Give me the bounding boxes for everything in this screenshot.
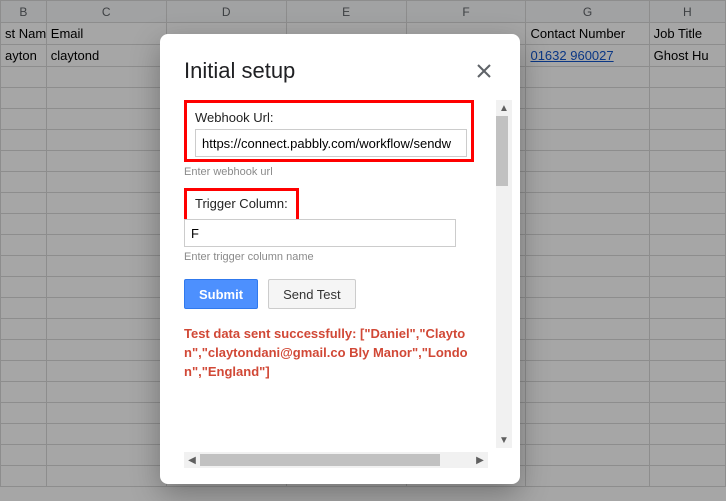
webhook-highlight-box: Webhook Url: [184,100,474,162]
scroll-right-arrow-icon[interactable]: ▶ [472,452,488,468]
scroll-left-arrow-icon[interactable]: ◀ [184,452,200,468]
scroll-up-arrow-icon[interactable]: ▲ [496,100,512,116]
webhook-helper: Enter webhook url [184,166,492,178]
trigger-highlight-box: Trigger Column: [184,188,299,222]
dialog-body: Webhook Url: Enter webhook url Trigger C… [184,100,496,448]
webhook-label: Webhook Url: [195,110,274,125]
submit-button[interactable]: Submit [184,279,258,309]
result-message: Test data sent successfully: ["Daniel","… [184,325,474,382]
initial-setup-dialog: Initial setup Webhook Url: Enter webhook… [160,34,520,484]
close-icon [477,64,491,78]
vscroll-thumb[interactable] [496,116,508,186]
trigger-label: Trigger Column: [195,196,288,211]
scroll-down-arrow-icon[interactable]: ▼ [496,432,512,448]
close-button[interactable] [472,59,496,83]
send-test-button[interactable]: Send Test [268,279,356,309]
dialog-horizontal-scrollbar[interactable]: ◀ ▶ [184,452,488,468]
hscroll-thumb[interactable] [200,454,440,466]
dialog-vertical-scrollbar[interactable]: ▲ ▼ [496,100,512,448]
trigger-helper: Enter trigger column name [184,251,492,263]
trigger-column-input[interactable] [184,219,456,247]
dialog-title: Initial setup [184,58,295,84]
webhook-url-input[interactable] [195,129,467,157]
